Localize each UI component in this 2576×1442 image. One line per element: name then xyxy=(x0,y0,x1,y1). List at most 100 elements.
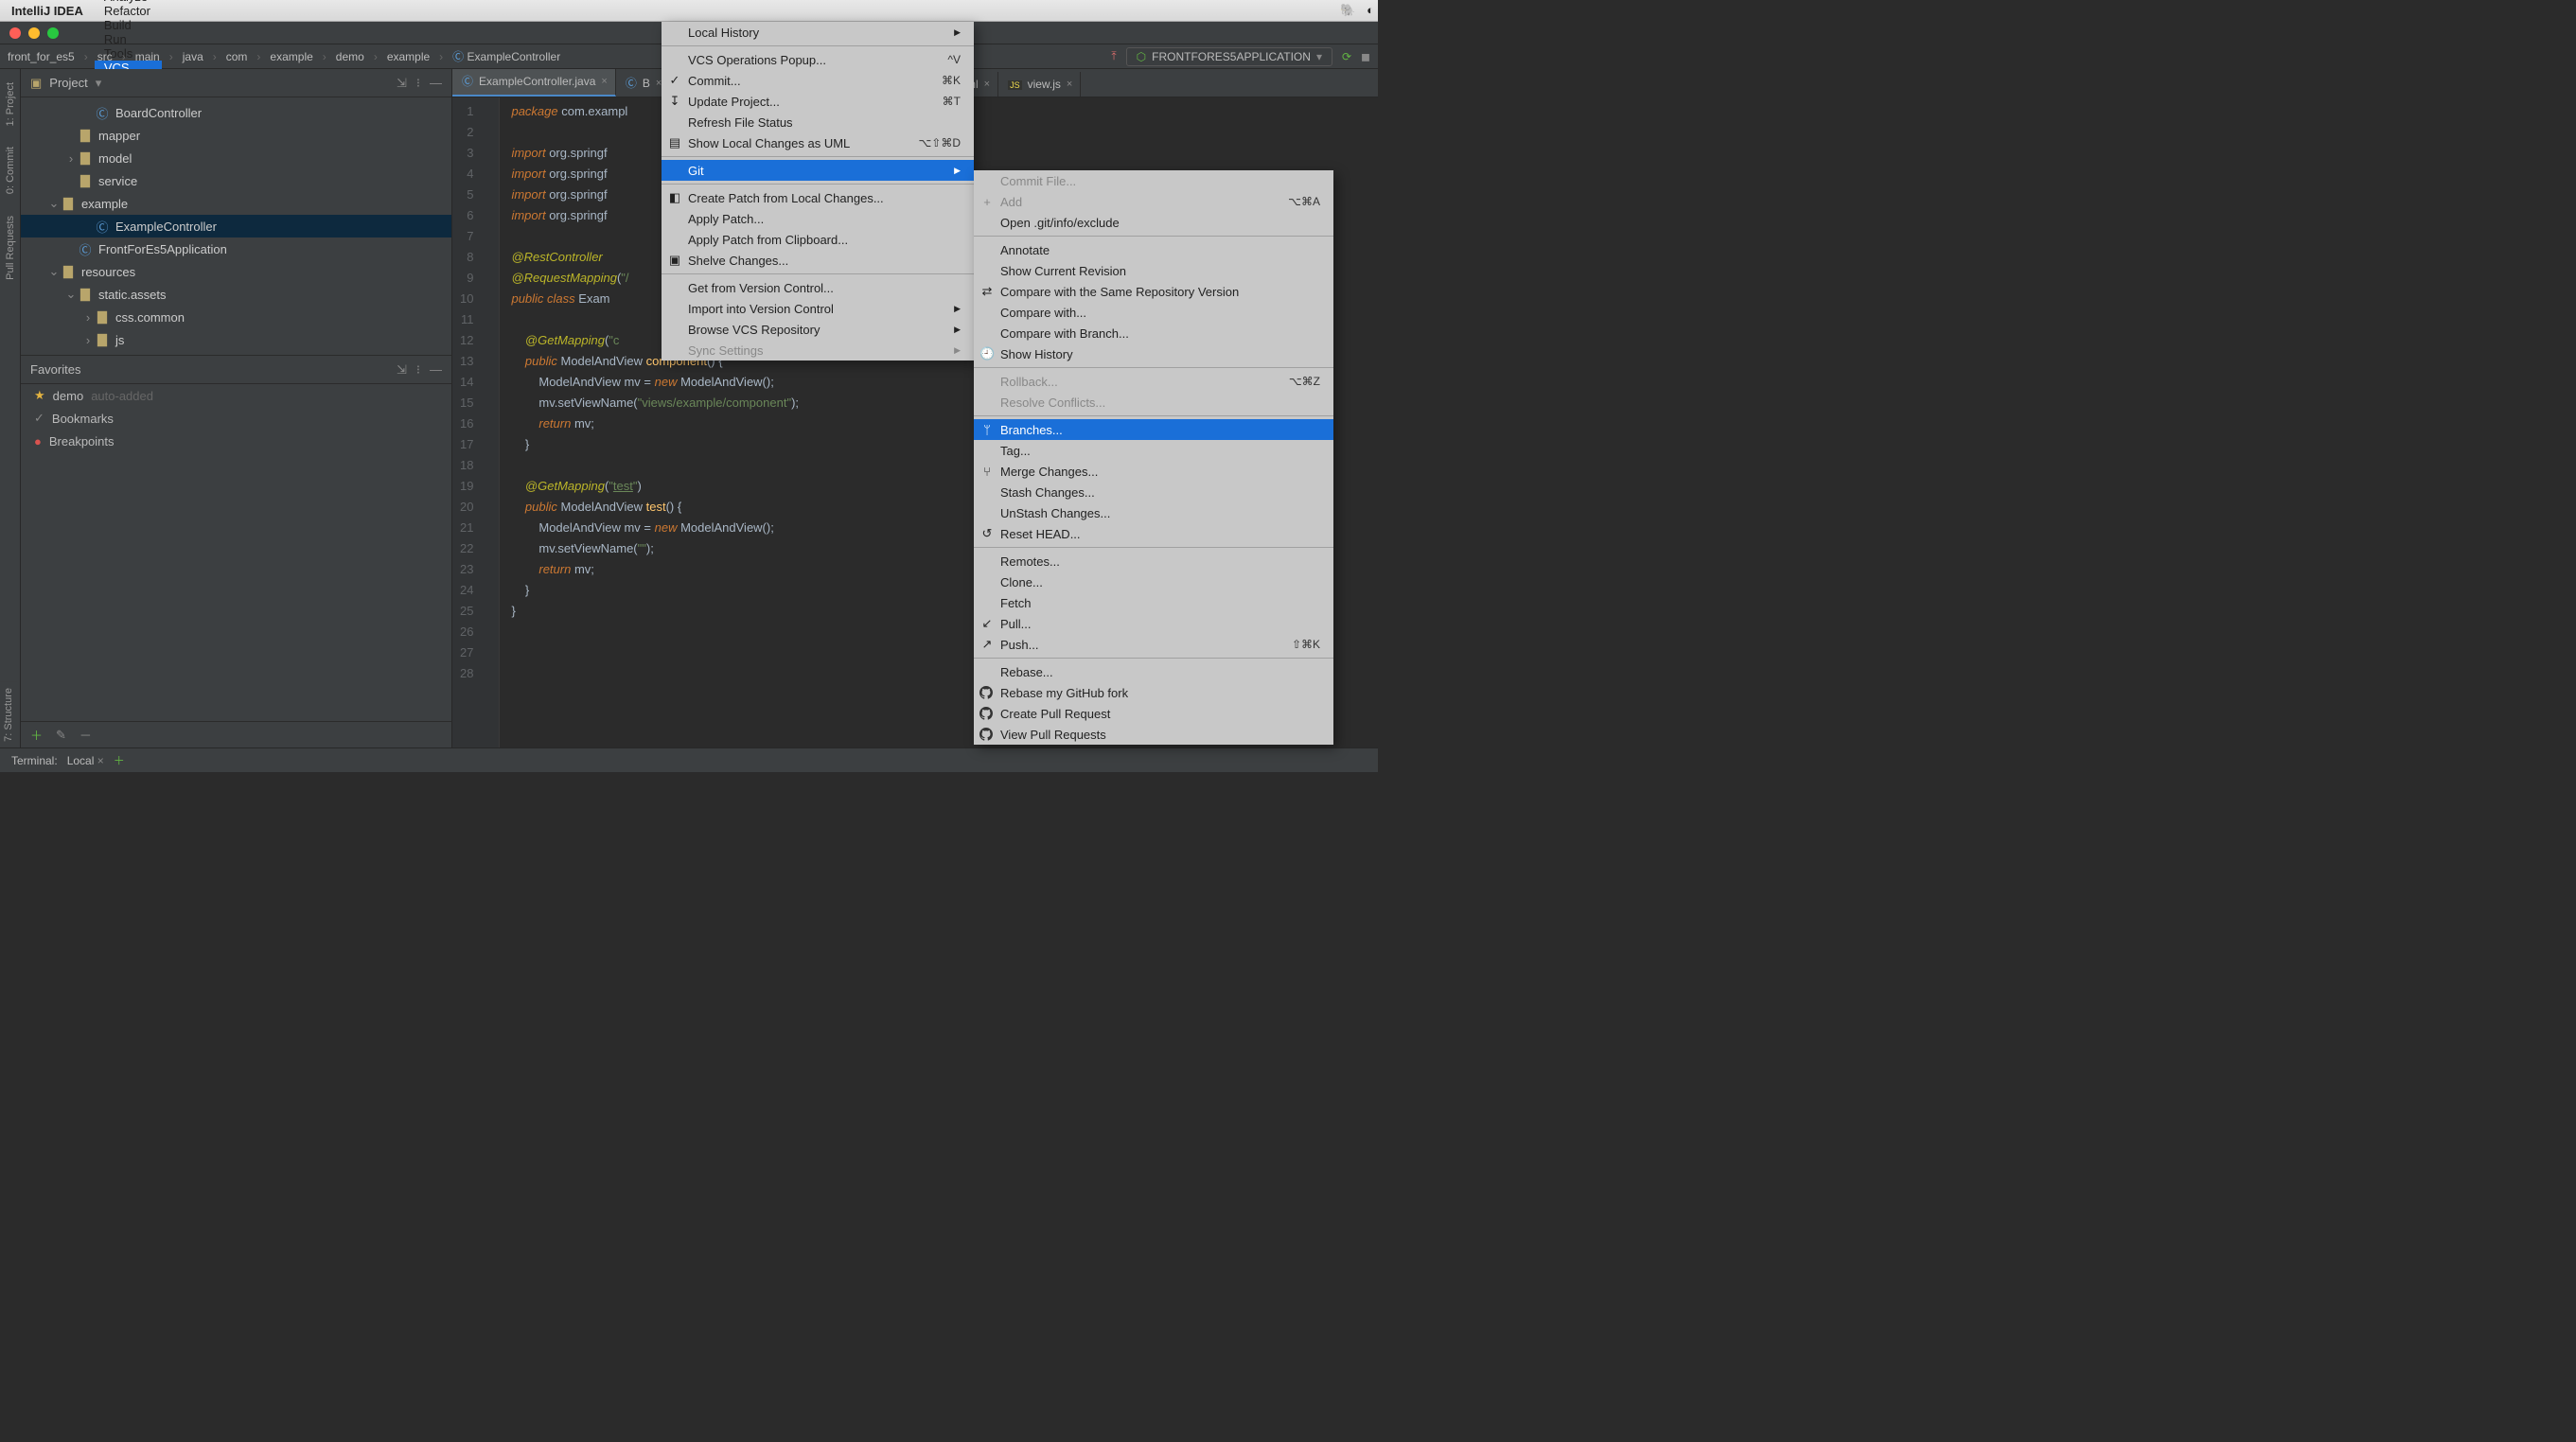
tree-item[interactable]: ›▇js xyxy=(21,328,451,351)
menu-item[interactable]: Annotate xyxy=(974,239,1333,260)
edit-icon[interactable]: ✎ xyxy=(56,728,66,743)
tree-item[interactable]: ⌄▇example xyxy=(21,192,451,215)
menu-item[interactable]: ⇄Compare with the Same Repository Versio… xyxy=(974,281,1333,302)
menu-item[interactable]: Refresh File Status xyxy=(662,112,974,132)
build-icon[interactable]: ⤒ xyxy=(1111,49,1116,63)
breadcrumb-item[interactable]: com xyxy=(226,50,248,63)
status-icon[interactable]: ◐ xyxy=(1367,3,1374,17)
favorite-item[interactable]: ✓Bookmarks xyxy=(21,407,451,430)
add-icon[interactable]: ＋ xyxy=(30,726,43,744)
editor-tab[interactable]: JSview.js× xyxy=(998,72,1081,97)
terminal-label[interactable]: Terminal: xyxy=(11,754,58,767)
breadcrumb-item[interactable]: main xyxy=(135,50,160,63)
breadcrumb-item[interactable]: Ⓒ ExampleController xyxy=(452,48,560,64)
menu-item[interactable]: Show Current Revision xyxy=(974,260,1333,281)
menu-item[interactable]: ✓Commit...⌘K xyxy=(662,70,974,91)
menu-item[interactable]: Stash Changes... xyxy=(974,482,1333,502)
menu-item[interactable]: Rebase... xyxy=(974,661,1333,682)
project-tree[interactable]: ⒸBoardController▇mapper›▇model▇service⌄▇… xyxy=(21,97,451,355)
tree-item[interactable]: ⒸExampleController xyxy=(21,215,451,237)
vcs-menu-dropdown[interactable]: Local History▶ VCS Operations Popup...^V✓… xyxy=(662,22,974,360)
breadcrumb-item[interactable]: front_for_es5 xyxy=(8,50,75,63)
menu-item[interactable]: UnStash Changes... xyxy=(974,502,1333,523)
tree-item[interactable]: ⌄▇static.assets xyxy=(21,283,451,306)
gutter-tab-pull-requests[interactable]: Pull Requests xyxy=(3,208,18,288)
gutter-tab-commit[interactable]: 0: Commit xyxy=(3,139,18,202)
menu-item[interactable]: Import into Version Control▶ xyxy=(662,298,974,319)
close-tab-icon[interactable]: × xyxy=(601,76,607,87)
stop-icon[interactable]: ◼ xyxy=(1361,50,1370,63)
menu-item[interactable]: ᛘBranches... xyxy=(974,419,1333,440)
editor-tab[interactable]: ⒸExampleController.java× xyxy=(452,69,616,97)
menu-item-label: Merge Changes... xyxy=(1000,465,1098,479)
minimize-window-button[interactable] xyxy=(28,27,40,39)
run-icon[interactable]: ⟳ xyxy=(1342,50,1351,63)
tree-item[interactable]: ›▇css.common xyxy=(21,306,451,328)
menu-item[interactable]: ⑂Merge Changes... xyxy=(974,461,1333,482)
hide-icon[interactable]: — xyxy=(430,362,442,378)
run-configuration-dropdown[interactable]: ⬡ FRONTFORES5APPLICATION ▾ xyxy=(1126,47,1332,66)
menu-item[interactable]: 🕘Show History xyxy=(974,343,1333,364)
menu-item[interactable]: Browse VCS Repository▶ xyxy=(662,319,974,340)
menu-item[interactable]: Open .git/info/exclude xyxy=(974,212,1333,233)
collapse-icon[interactable]: ⇲ xyxy=(397,362,407,378)
tree-item[interactable]: ›▇model xyxy=(21,147,451,169)
menu-item-label: Reset HEAD... xyxy=(1000,527,1081,541)
gear-icon[interactable]: ⁝ xyxy=(416,76,420,91)
add-terminal-icon[interactable]: ＋ xyxy=(114,752,125,768)
breadcrumb-item[interactable]: example xyxy=(387,50,430,63)
menu-refactor[interactable]: Refactor xyxy=(95,4,162,18)
menu-item[interactable]: ↗Push...⇧⌘K xyxy=(974,634,1333,655)
left-tool-gutter: 1: Project 0: Commit Pull Requests xyxy=(0,69,21,747)
collapse-icon[interactable]: ⇲ xyxy=(397,76,407,91)
menu-item[interactable]: View Pull Requests xyxy=(974,724,1333,745)
menu-item[interactable]: Get from Version Control... xyxy=(662,277,974,298)
menu-item[interactable]: Apply Patch... xyxy=(662,208,974,229)
git-submenu-dropdown[interactable]: Commit File...+Add⌥⌘AOpen .git/info/excl… xyxy=(974,170,1333,745)
breadcrumb-item[interactable]: src xyxy=(97,50,113,63)
chevron-down-icon[interactable]: ▾ xyxy=(96,76,102,91)
tree-item[interactable]: ⒸBoardController xyxy=(21,101,451,124)
menu-item[interactable]: ↧Update Project...⌘T xyxy=(662,91,974,112)
menu-item[interactable]: Clone... xyxy=(974,572,1333,592)
favorite-item[interactable]: ★demoauto-added xyxy=(21,384,451,407)
remove-icon[interactable]: － xyxy=(79,726,92,744)
menu-item[interactable]: Rebase my GitHub fork xyxy=(974,682,1333,703)
menu-item[interactable]: Create Pull Request xyxy=(974,703,1333,724)
close-window-button[interactable] xyxy=(9,27,21,39)
menu-item[interactable]: ▣Shelve Changes... xyxy=(662,250,974,271)
menu-item[interactable]: Local History▶ xyxy=(662,22,974,43)
close-tab-icon[interactable]: × xyxy=(1067,79,1072,90)
evernote-icon[interactable]: 🐘 xyxy=(1340,3,1355,17)
favorite-item[interactable]: ●Breakpoints xyxy=(21,430,451,452)
menu-item[interactable]: Remotes... xyxy=(974,551,1333,572)
gutter-tab-structure[interactable]: 7: Structure xyxy=(0,682,17,747)
tree-item[interactable]: ▇mapper xyxy=(21,124,451,147)
breadcrumb-item[interactable]: example xyxy=(270,50,312,63)
tab-label: view.js xyxy=(1028,78,1061,91)
menu-item[interactable]: Tag... xyxy=(974,440,1333,461)
menu-item[interactable]: ↺Reset HEAD... xyxy=(974,523,1333,544)
menu-item[interactable]: Fetch xyxy=(974,592,1333,613)
close-icon[interactable]: × xyxy=(97,754,104,767)
menu-item[interactable]: Compare with... xyxy=(974,302,1333,323)
menu-item[interactable]: Compare with Branch... xyxy=(974,323,1333,343)
project-tool-window: ▣ Project ▾ ⇲ ⁝ — ⒸBoardController▇mappe… xyxy=(21,69,452,747)
maximize-window-button[interactable] xyxy=(47,27,59,39)
menu-item[interactable]: ◧Create Patch from Local Changes... xyxy=(662,187,974,208)
menu-item[interactable]: VCS Operations Popup...^V xyxy=(662,49,974,70)
tree-item[interactable]: ⒸFrontForEs5Application xyxy=(21,237,451,260)
tree-item[interactable]: ▇service xyxy=(21,169,451,192)
breadcrumb-item[interactable]: demo xyxy=(336,50,364,63)
menu-item[interactable]: Apply Patch from Clipboard... xyxy=(662,229,974,250)
close-tab-icon[interactable]: × xyxy=(984,79,990,90)
terminal-tab[interactable]: Local × xyxy=(67,754,104,767)
menu-item[interactable]: ▤Show Local Changes as UML⌥⇧⌘D xyxy=(662,132,974,153)
gear-icon[interactable]: ⁝ xyxy=(416,362,420,378)
breadcrumb-item[interactable]: java xyxy=(183,50,203,63)
gutter-tab-project[interactable]: 1: Project xyxy=(3,75,18,133)
hide-icon[interactable]: — xyxy=(430,76,442,91)
menu-item[interactable]: ↙Pull... xyxy=(974,613,1333,634)
tree-item[interactable]: ⌄▇resources xyxy=(21,260,451,283)
menu-item[interactable]: Git▶ xyxy=(662,160,974,181)
